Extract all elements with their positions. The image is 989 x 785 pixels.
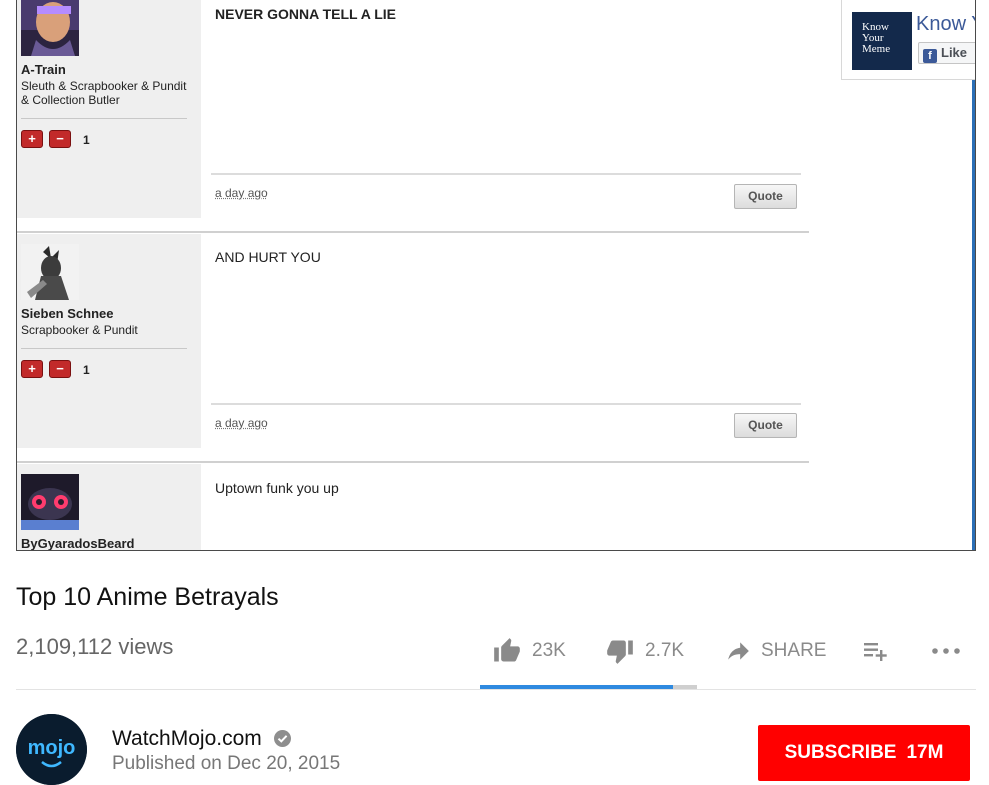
more-actions-button[interactable]: [930, 636, 962, 666]
frame-scroll-edge: [972, 0, 975, 550]
vote-down-button[interactable]: −: [49, 360, 71, 378]
post-body: AND HURT YOU: [215, 249, 321, 265]
dislike-button[interactable]: 2.7K: [605, 636, 684, 666]
quote-button[interactable]: Quote: [734, 413, 797, 438]
channel-name[interactable]: WatchMojo.com: [112, 727, 262, 751]
publish-date: Published on Dec 20, 2015: [112, 753, 341, 774]
channel-avatar[interactable]: mojo: [16, 714, 87, 785]
add-to-playlist-button[interactable]: [862, 636, 890, 666]
logo-line: Meme: [862, 43, 891, 55]
facebook-icon: f: [923, 49, 937, 63]
know-your-meme-widget[interactable]: Know Your Meme Know Y f Like: [841, 0, 975, 80]
user-avatar[interactable]: [21, 0, 79, 56]
subscriber-count: 17M: [906, 742, 944, 763]
subscribe-label: SUBSCRIBE: [784, 742, 897, 763]
post-body: Uptown funk you up: [215, 480, 339, 496]
user-title: Sleuth & Scrapbooker & Pundit & Collecti…: [21, 79, 187, 107]
channel-logo-text: mojo: [28, 737, 76, 759]
post-body: NEVER GONNA TELL A LIE: [215, 6, 396, 22]
add-to-playlist-icon: [864, 643, 887, 661]
user-title: Scrapbooker & Pundit: [21, 323, 138, 337]
vote-score: 1: [83, 133, 90, 147]
like-button[interactable]: 23K: [492, 636, 566, 666]
more-icon: [932, 648, 960, 654]
vote-up-button[interactable]: +: [21, 130, 43, 148]
vote-up-button[interactable]: +: [21, 360, 43, 378]
divider: [21, 118, 187, 119]
video-title: Top 10 Anime Betrayals: [16, 583, 279, 611]
forum-post: ByGyaradosBeard Uptown funk you up: [17, 464, 809, 550]
divider: [16, 689, 976, 690]
like-count: 23K: [532, 640, 566, 661]
user-avatar[interactable]: [21, 474, 79, 530]
user-avatar[interactable]: [21, 244, 79, 300]
facebook-like-button[interactable]: f Like: [918, 42, 975, 64]
divider: [21, 348, 187, 349]
username[interactable]: A-Train: [21, 62, 66, 77]
post-separator: [17, 461, 809, 463]
vote-score: 1: [83, 363, 90, 377]
divider: [211, 403, 801, 405]
username[interactable]: Sieben Schnee: [21, 306, 113, 321]
quote-button[interactable]: Quote: [734, 184, 797, 209]
thumbs-down-icon: [607, 640, 633, 664]
subscribe-button[interactable]: SUBSCRIBE 17M: [758, 725, 970, 781]
forum-post: Sieben Schnee Scrapbooker & Pundit + − 1…: [17, 234, 809, 448]
share-button[interactable]: SHARE: [725, 636, 826, 666]
dislike-count: 2.7K: [645, 640, 685, 661]
username[interactable]: ByGyaradosBeard: [21, 536, 134, 550]
like-label: Like: [941, 45, 968, 60]
know-your-meme-logo[interactable]: Know Your Meme: [852, 12, 912, 70]
forum-post: A-Train Sleuth & Scrapbooker & Pundit & …: [17, 0, 809, 218]
post-timestamp[interactable]: a day ago: [215, 416, 268, 430]
share-label: SHARE: [761, 640, 827, 661]
divider: [211, 173, 801, 175]
page-name-link[interactable]: Know Y: [916, 13, 975, 36]
vote-down-button[interactable]: −: [49, 130, 71, 148]
embedded-forum-frame: A-Train Sleuth & Scrapbooker & Pundit & …: [16, 0, 976, 551]
share-icon: [728, 642, 749, 660]
verified-badge-icon: [274, 730, 291, 747]
post-timestamp[interactable]: a day ago: [215, 186, 268, 200]
thumbs-up-icon: [494, 638, 520, 662]
view-count: 2,109,112 views: [16, 634, 174, 659]
post-separator: [17, 231, 809, 233]
